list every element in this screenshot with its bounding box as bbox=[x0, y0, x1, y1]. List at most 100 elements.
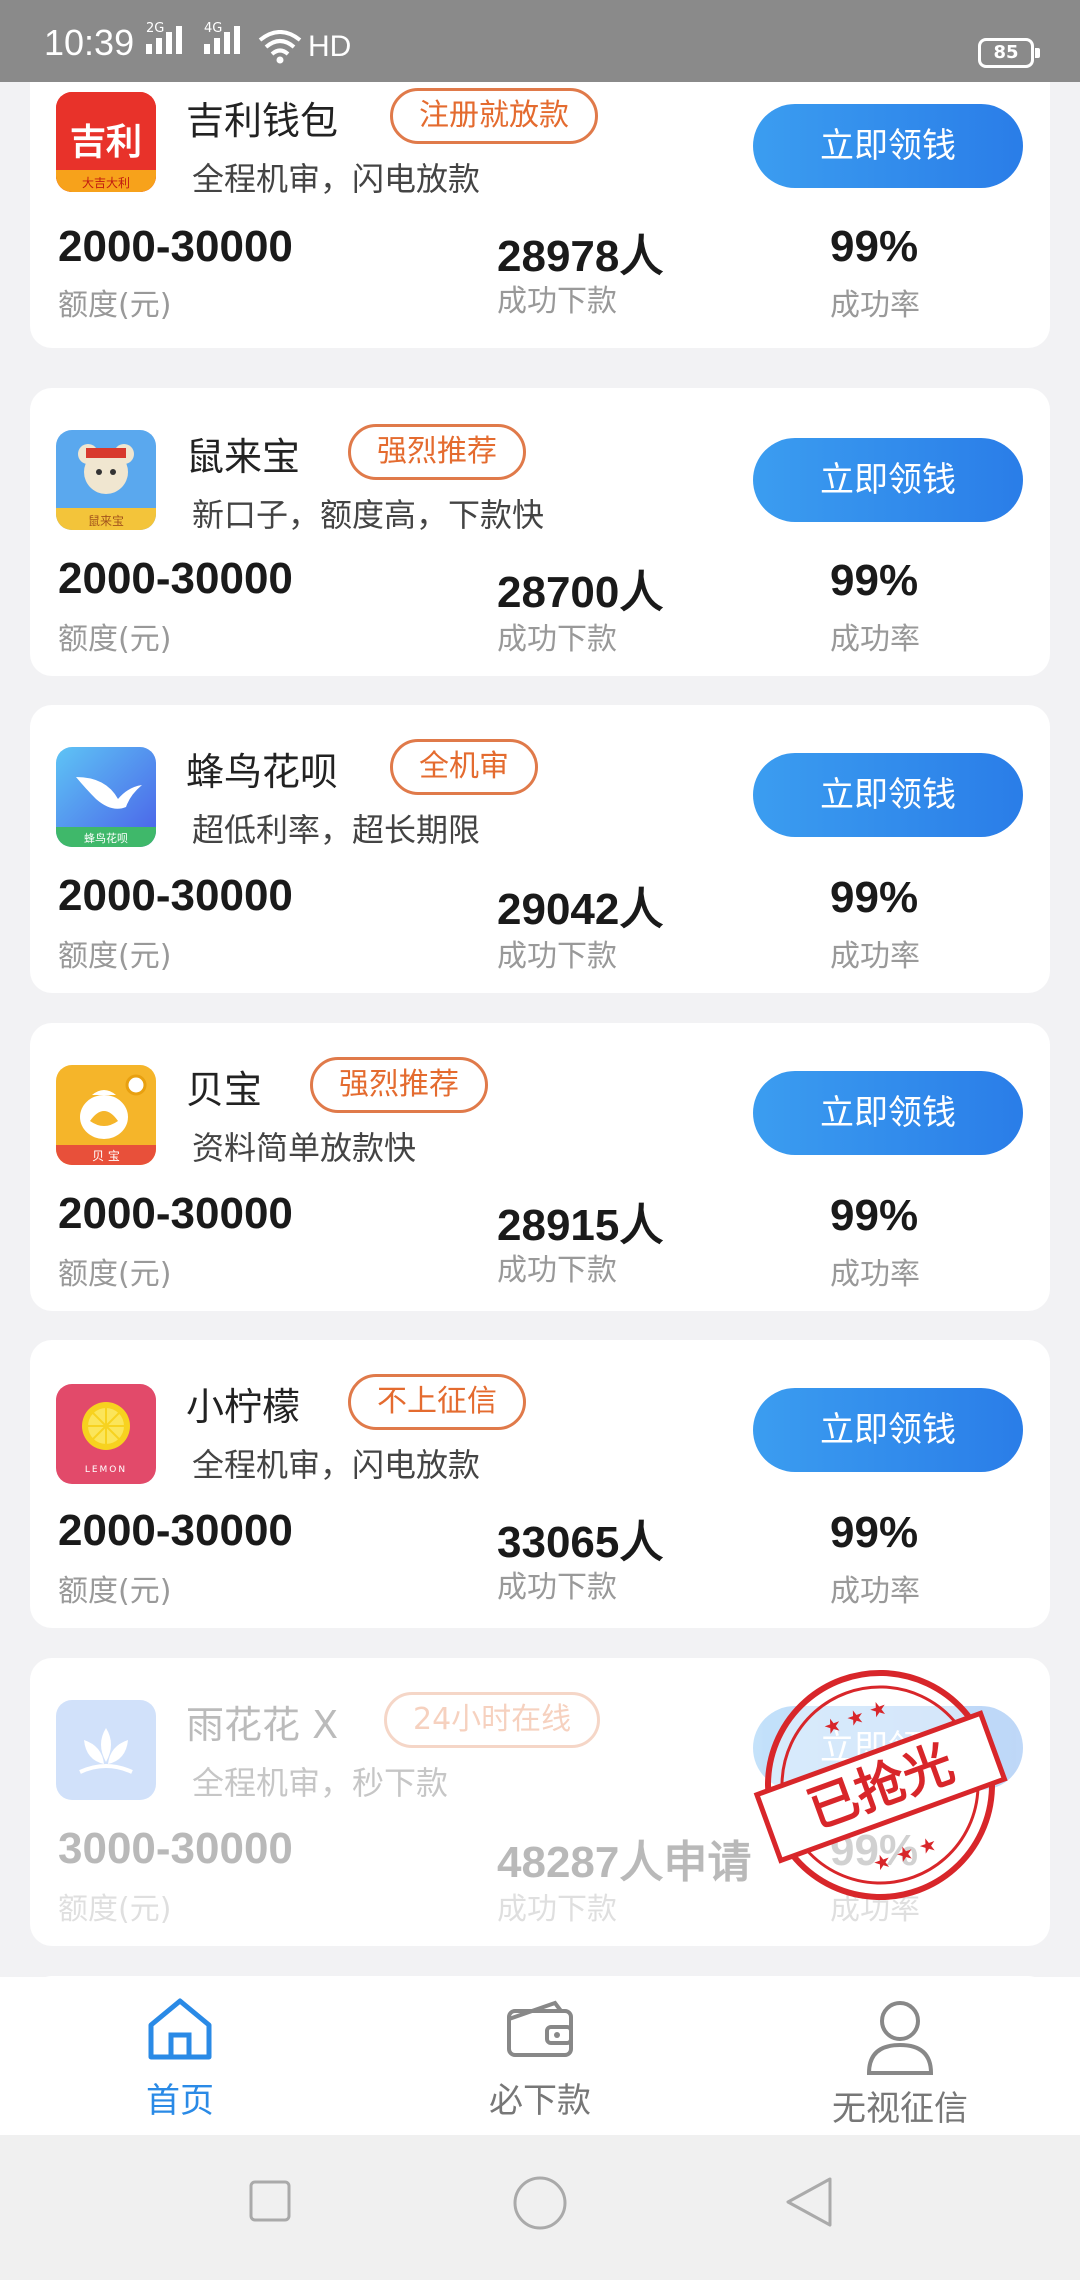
amount-label: 额度(元) bbox=[58, 1574, 172, 1609]
product-tag: 不上征信 bbox=[348, 1374, 526, 1430]
product-tag: 24小时在线 bbox=[384, 1692, 601, 1748]
home-circle-icon[interactable] bbox=[512, 2175, 568, 2231]
product-tag: 注册就放款 bbox=[390, 88, 598, 144]
product-name: 雨花花 X bbox=[186, 1703, 339, 1747]
claim-money-button[interactable]: 立即领钱 bbox=[753, 1071, 1023, 1155]
product-name: 吉利钱包 bbox=[186, 99, 339, 143]
loan-amount: 3000-30000 bbox=[58, 1824, 293, 1873]
success-count: 28978人 bbox=[497, 232, 664, 281]
success-rate: 99% bbox=[830, 1191, 919, 1240]
product-tag: 强烈推荐 bbox=[310, 1057, 488, 1113]
loan-amount: 2000-30000 bbox=[58, 222, 293, 271]
loan-amount: 2000-30000 bbox=[58, 871, 293, 920]
tab-home[interactable]: 首页 bbox=[0, 1977, 360, 2135]
success-rate: 99% bbox=[830, 873, 919, 922]
status-time: 10:39 bbox=[44, 22, 135, 63]
amount-label: 额度(元) bbox=[58, 1257, 172, 1292]
claim-money-button[interactable]: 立即领钱 bbox=[753, 438, 1023, 522]
product-card[interactable]: 鼠来宝 鼠来宝 强烈推荐 新口子，额度高，下款快 立即领钱 2000-30000… bbox=[30, 388, 1050, 676]
wifi-icon bbox=[258, 30, 302, 64]
success-count: 28915人 bbox=[497, 1201, 664, 1250]
count-label: 成功下款 bbox=[497, 622, 617, 657]
hd-indicator: HD bbox=[308, 30, 352, 63]
lotus-logo-icon bbox=[56, 1700, 156, 1800]
svg-text:贝 宝: 贝 宝 bbox=[92, 1149, 120, 1163]
product-description: 超低利率，超长期限 bbox=[192, 811, 481, 849]
product-description: 资料简单放款快 bbox=[192, 1129, 417, 1167]
hummingbird-logo-icon: 蜂鸟花呗 bbox=[56, 747, 156, 847]
success-rate: 99% bbox=[830, 222, 919, 271]
amount-label: 额度(元) bbox=[58, 622, 172, 657]
battery-icon: 85 bbox=[978, 38, 1040, 68]
success-rate: 99% bbox=[830, 556, 919, 605]
product-name: 贝宝 bbox=[186, 1068, 263, 1112]
rate-label: 成功率 bbox=[830, 1257, 920, 1292]
tab-ignore-credit[interactable]: 无视征信 bbox=[720, 1977, 1080, 2135]
signal-sim2-icon: 4G bbox=[204, 22, 240, 54]
product-description: 全程机审，秒下款 bbox=[192, 1764, 449, 1802]
svg-text:吉利: 吉利 bbox=[70, 122, 142, 163]
success-rate: 99% bbox=[830, 1826, 919, 1875]
amount-label: 额度(元) bbox=[58, 288, 172, 323]
bottom-tab-bar: 首页 必下款 无视征信 bbox=[0, 1977, 1080, 2135]
count-label: 成功下款 bbox=[497, 1892, 617, 1927]
product-name: 小柠檬 bbox=[186, 1385, 301, 1429]
amount-label: 额度(元) bbox=[58, 1892, 172, 1927]
product-list[interactable]: 吉利 大吉大利 吉利钱包 注册就放款 全程机审，闪电放款 立即领钱 2000-3… bbox=[0, 82, 1080, 1977]
rate-label: 成功率 bbox=[830, 1892, 920, 1927]
loan-amount: 2000-30000 bbox=[58, 1506, 293, 1555]
loan-amount: 2000-30000 bbox=[58, 1189, 293, 1238]
claim-money-button[interactable]: 立即领钱 bbox=[753, 104, 1023, 188]
svg-text:蜂鸟花呗: 蜂鸟花呗 bbox=[84, 831, 128, 845]
system-navigation-bar bbox=[0, 2135, 1080, 2280]
product-tag: 全机审 bbox=[390, 739, 538, 795]
product-description: 全程机审，闪电放款 bbox=[192, 160, 481, 198]
money-bag-logo-icon: 贝 宝 bbox=[56, 1065, 156, 1165]
success-rate: 99% bbox=[830, 1508, 919, 1557]
count-label: 成功下款 bbox=[497, 1570, 617, 1605]
tab-must-loan[interactable]: 必下款 bbox=[360, 1977, 720, 2135]
recent-apps-icon[interactable] bbox=[248, 2179, 292, 2223]
jili-logo-icon: 吉利 大吉大利 bbox=[56, 92, 156, 192]
product-name: 鼠来宝 bbox=[186, 435, 301, 479]
product-tag: 强烈推荐 bbox=[348, 424, 526, 480]
mouse-logo-icon: 鼠来宝 bbox=[56, 430, 156, 530]
home-icon bbox=[148, 1998, 212, 2060]
claim-money-button[interactable]: 立即领钱 bbox=[753, 753, 1023, 837]
product-description: 全程机审，闪电放款 bbox=[192, 1446, 481, 1484]
amount-label: 额度(元) bbox=[58, 939, 172, 974]
back-triangle-icon[interactable] bbox=[784, 2175, 834, 2229]
count-label: 成功下款 bbox=[497, 284, 617, 319]
success-count: 29042人 bbox=[497, 885, 664, 934]
lemon-logo-icon: LEMON bbox=[56, 1384, 156, 1484]
signal-sim1-icon: 2G bbox=[146, 22, 182, 54]
product-card[interactable]: LEMON 小柠檬 不上征信 全程机审，闪电放款 立即领钱 2000-30000… bbox=[30, 1340, 1050, 1628]
tab-must-loan-label: 必下款 bbox=[489, 2081, 591, 2121]
success-count: 48287人申请 bbox=[497, 1838, 752, 1887]
tab-ignore-credit-label: 无视征信 bbox=[832, 2089, 968, 2129]
success-count: 33065人 bbox=[497, 1518, 664, 1567]
status-bar: 10:39 2G 4G HD 85 bbox=[0, 0, 1080, 82]
product-card[interactable]: 蜂鸟花呗 蜂鸟花呗 全机审 超低利率，超长期限 立即领钱 2000-30000 … bbox=[30, 705, 1050, 993]
product-description: 新口子，额度高，下款快 bbox=[192, 496, 545, 534]
wallet-icon bbox=[507, 2000, 573, 2057]
success-count: 28700人 bbox=[497, 568, 664, 617]
svg-text:LEMON: LEMON bbox=[85, 1465, 127, 1475]
product-card[interactable]: 贝 宝 贝宝 强烈推荐 资料简单放款快 立即领钱 2000-30000 2891… bbox=[30, 1023, 1050, 1311]
svg-text:鼠来宝: 鼠来宝 bbox=[88, 514, 124, 528]
count-label: 成功下款 bbox=[497, 1253, 617, 1288]
product-card[interactable]: 吉利 大吉大利 吉利钱包 注册就放款 全程机审，闪电放款 立即领钱 2000-3… bbox=[30, 82, 1050, 348]
loan-amount: 2000-30000 bbox=[58, 554, 293, 603]
claim-money-button[interactable]: 立即领钱 bbox=[753, 1388, 1023, 1472]
rate-label: 成功率 bbox=[830, 939, 920, 974]
rate-label: 成功率 bbox=[830, 1574, 920, 1609]
rate-label: 成功率 bbox=[830, 622, 920, 657]
tab-home-label: 首页 bbox=[146, 2081, 214, 2121]
claim-money-button[interactable]: 立即领钱 bbox=[753, 1706, 1023, 1790]
user-icon bbox=[866, 2001, 934, 2075]
rate-label: 成功率 bbox=[830, 288, 920, 323]
product-card-sold-out[interactable]: 雨花花 X 24小时在线 全程机审，秒下款 立即领钱 3000-30000 48… bbox=[30, 1658, 1050, 1946]
product-name: 蜂鸟花呗 bbox=[186, 750, 339, 794]
svg-text:大吉大利: 大吉大利 bbox=[82, 176, 130, 190]
count-label: 成功下款 bbox=[497, 939, 617, 974]
